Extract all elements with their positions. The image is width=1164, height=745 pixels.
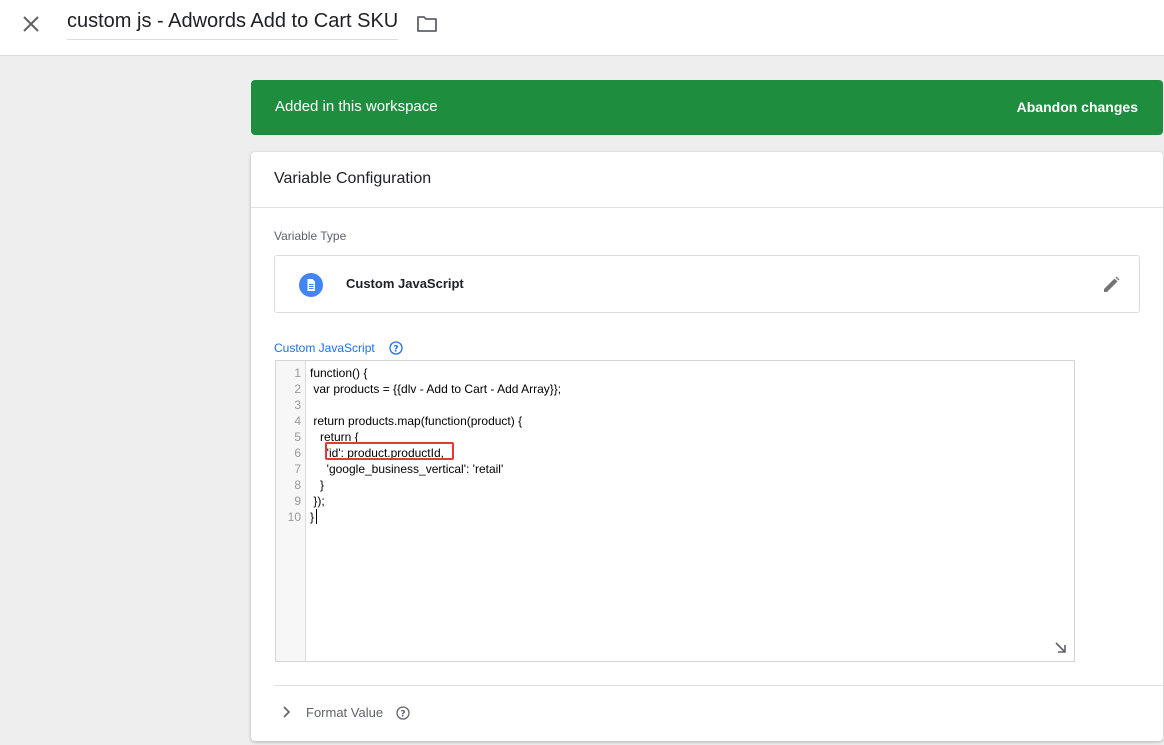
line-number: 4 [294, 414, 301, 428]
top-bar: custom js - Adwords Add to Cart SKU [0, 0, 1164, 56]
line-number: 10 [287, 510, 301, 524]
variable-configuration-card: Variable Configuration Variable Type Cus… [251, 152, 1163, 741]
help-icon[interactable]: ? [389, 341, 403, 355]
line-number: 1 [294, 366, 301, 380]
variable-type-label: Variable Type [274, 229, 347, 243]
abandon-changes-button[interactable]: Abandon changes [1017, 99, 1138, 115]
resize-handle-icon[interactable] [1054, 641, 1068, 655]
text-cursor [316, 509, 317, 524]
line-number: 2 [294, 382, 301, 396]
divider [251, 207, 1163, 208]
folder-icon[interactable] [416, 14, 438, 34]
line-number: 6 [294, 446, 301, 460]
line-number-gutter: 1 2 3 4 5 6 7 8 9 10 [276, 361, 306, 661]
variable-type-selector[interactable]: Custom JavaScript [274, 255, 1140, 313]
line-number: 8 [294, 478, 301, 492]
code-line: }); [310, 494, 325, 508]
custom-javascript-label: Custom JavaScript [274, 341, 375, 355]
svg-text:?: ? [400, 710, 405, 720]
card-title: Variable Configuration [274, 170, 432, 187]
variable-type-name: Custom JavaScript [346, 276, 464, 291]
code-line: return products.map(function(product) { [310, 414, 523, 428]
chevron-right-icon [283, 706, 291, 718]
code-line: function() { [310, 366, 368, 380]
code-line: var products = {{dlv - Add to Cart - Add… [310, 382, 562, 396]
variable-name-input[interactable]: custom js - Adwords Add to Cart SKU [67, 10, 399, 40]
code-line: } [310, 510, 315, 524]
help-icon[interactable]: ? [396, 706, 410, 720]
code-line: } [310, 478, 325, 492]
pencil-icon[interactable] [1100, 274, 1122, 296]
line-number: 7 [294, 462, 301, 476]
line-number: 9 [294, 494, 301, 508]
code-line: 'google_business_vertical': 'retail' [310, 462, 504, 476]
workspace-status-text: Added in this workspace [275, 98, 438, 115]
format-value-label: Format Value [306, 705, 384, 720]
line-number: 5 [294, 430, 301, 444]
document-icon [299, 273, 323, 297]
close-icon[interactable] [20, 13, 42, 35]
workspace-status-banner: Added in this workspace Abandon changes [251, 80, 1163, 135]
divider [274, 685, 1163, 686]
code-editor[interactable]: 1 2 3 4 5 6 7 8 9 10 function() { var pr… [275, 360, 1075, 662]
highlight-annotation [325, 442, 454, 460]
svg-text:?: ? [393, 345, 398, 355]
line-number: 3 [294, 398, 301, 412]
